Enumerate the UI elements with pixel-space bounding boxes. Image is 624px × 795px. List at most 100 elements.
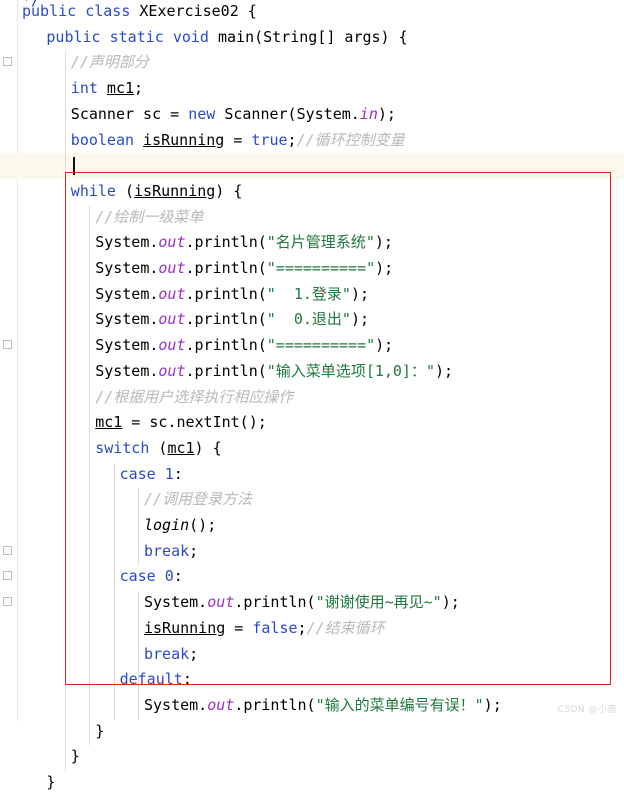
code-token: 1 xyxy=(164,464,174,483)
gutter-separator xyxy=(17,0,18,721)
code-line[interactable]: mc1 = sc.nextInt(); xyxy=(95,409,267,435)
fold-marker-icon[interactable] xyxy=(3,57,12,67)
code-line[interactable]: break; xyxy=(144,641,198,667)
code-token: System. xyxy=(95,310,159,329)
code-token: System. xyxy=(95,336,159,355)
code-token: (); xyxy=(189,516,217,534)
code-token: ); xyxy=(377,104,396,123)
code-token: .println( xyxy=(234,695,316,714)
code-token: System. xyxy=(144,695,208,714)
code-line[interactable]: login(); xyxy=(144,512,216,538)
code-token: : xyxy=(173,464,183,483)
code-line[interactable]: //绘制一级菜单 xyxy=(95,204,203,230)
code-token: default xyxy=(119,670,183,689)
code-token: = sc.nextInt(); xyxy=(122,413,267,432)
code-token: false xyxy=(252,618,298,637)
code-token: ) { xyxy=(194,438,222,457)
code-line[interactable]: public static void main(String[] args) { xyxy=(46,24,407,50)
code-line[interactable]: case 0: xyxy=(120,563,183,589)
code-token: ); xyxy=(350,284,370,303)
code-line[interactable]: } xyxy=(46,769,55,795)
code-line[interactable]: //根据用户选择执行相应操作 xyxy=(95,384,293,410)
indent-guide xyxy=(89,205,91,746)
indent-guide xyxy=(138,488,139,566)
code-token: ; xyxy=(189,541,199,560)
code-token: out xyxy=(158,361,186,380)
code-token: out xyxy=(207,593,235,612)
code-line[interactable]: System.out.println(" 1.登录"); xyxy=(95,281,369,307)
code-token: System. xyxy=(95,284,159,303)
code-line[interactable]: Scanner sc = new Scanner(System.in); xyxy=(71,101,396,127)
code-line[interactable]: case 1: xyxy=(120,461,183,487)
code-line[interactable]: System.out.println("=========="); xyxy=(95,332,393,358)
code-token: isRunning xyxy=(134,181,216,200)
code-token: ; xyxy=(189,644,199,663)
code-token: .println( xyxy=(185,336,267,355)
code-token: out xyxy=(158,259,186,277)
code-token: //声明部分 xyxy=(70,53,149,72)
code-line[interactable]: System.out.println("输入菜单选项[1,0]："); xyxy=(95,358,453,384)
code-token: .println( xyxy=(185,361,267,380)
code-line[interactable]: //调用登录方法 xyxy=(144,486,252,512)
code-token: : xyxy=(182,670,192,689)
code-token: ); xyxy=(374,233,393,252)
fold-marker-icon[interactable] xyxy=(3,340,12,350)
code-token: = xyxy=(225,618,253,637)
code-token: } xyxy=(70,747,80,766)
code-token: login xyxy=(144,516,190,534)
editor-gutter[interactable] xyxy=(0,0,18,721)
code-line[interactable]: System.out.println("谢谢使用~再见~"); xyxy=(144,589,460,615)
code-line[interactable]: public class XExercise02 { xyxy=(22,0,257,24)
code-token: ( xyxy=(149,438,168,457)
code-token: isRunning xyxy=(143,130,225,149)
code-token: out xyxy=(158,310,186,329)
fold-marker-icon[interactable] xyxy=(3,597,12,607)
code-token: int xyxy=(70,79,98,98)
indent-guide xyxy=(113,462,115,720)
code-token: ; xyxy=(297,618,307,637)
code-line[interactable]: } xyxy=(71,743,80,769)
code-token: switch xyxy=(95,438,150,457)
code-line[interactable]: isRunning = false;//结束循环 xyxy=(144,615,385,641)
fold-marker-icon[interactable] xyxy=(3,571,12,581)
code-token: "输入菜单选项[1,0]：" xyxy=(266,361,435,380)
code-token: ; xyxy=(287,130,297,149)
code-line[interactable]: System.out.println("名片管理系统"); xyxy=(95,229,393,255)
code-line[interactable]: //声明部分 xyxy=(71,49,149,75)
fold-marker-icon[interactable] xyxy=(3,545,12,555)
code-token: = xyxy=(224,130,252,149)
code-line[interactable]: default: xyxy=(120,666,192,692)
code-token: mc1 xyxy=(167,438,195,457)
code-token: .println( xyxy=(185,233,267,252)
code-token: in xyxy=(359,104,378,123)
code-line[interactable]: int mc1; xyxy=(71,75,143,101)
code-line[interactable]: System.out.println("输入的菜单编号有误！"); xyxy=(144,692,502,718)
code-token: new xyxy=(188,104,216,123)
code-token: //根据用户选择执行相应操作 xyxy=(95,387,294,406)
code-line[interactable]: break; xyxy=(144,538,198,564)
code-line[interactable]: boolean isRunning = true;//循环控制变量 xyxy=(71,127,405,153)
code-line[interactable]: } xyxy=(95,718,104,744)
code-token: static xyxy=(109,27,164,46)
code-token: System. xyxy=(95,259,159,277)
text-caret xyxy=(73,157,75,176)
code-editor[interactable]: public class XExercise02 {public static … xyxy=(0,0,624,791)
code-token: .println( xyxy=(234,593,316,612)
code-token: isRunning xyxy=(144,618,226,637)
code-token: ); xyxy=(483,695,502,714)
code-line[interactable]: switch (mc1) { xyxy=(95,435,221,461)
code-line[interactable]: System.out.println(" 0.退出"); xyxy=(95,306,369,332)
code-line[interactable]: System.out.println("=========="); xyxy=(95,255,393,281)
code-token: "输入的菜单编号有误！" xyxy=(315,695,484,714)
code-token: break xyxy=(144,644,190,663)
code-token: public xyxy=(46,27,101,46)
code-token: out xyxy=(207,695,235,714)
code-line[interactable]: while (isRunning) { xyxy=(71,178,243,204)
code-token: .println( xyxy=(185,310,267,329)
